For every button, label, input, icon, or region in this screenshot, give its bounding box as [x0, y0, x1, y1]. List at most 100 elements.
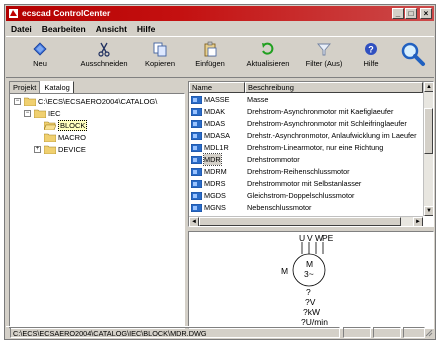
cut-label: Ausschneiden [80, 59, 128, 68]
list-item[interactable]: MDR Drehstrommotor [189, 153, 423, 166]
minimize-button[interactable]: _ [392, 8, 404, 19]
block-icon [191, 192, 202, 200]
block-icon [191, 144, 202, 152]
list-item[interactable]: MDRM Drehstrom-Reihenschlussmotor [189, 166, 423, 177]
scroll-thumb[interactable] [424, 108, 433, 154]
close-button[interactable]: × [420, 8, 432, 19]
filter-button[interactable]: Filter (Aus) [302, 39, 346, 75]
menu-bar: Datei Bearbeiten Ansicht Hilfe [6, 22, 434, 35]
list-item[interactable]: MDAK Drehstrom-Asynchronmotor mit Kaefigl… [189, 106, 423, 117]
paste-icon [204, 41, 217, 57]
new-icon [33, 42, 47, 56]
list-item[interactable]: MASSE Masse [189, 94, 423, 105]
status-cell [403, 327, 425, 338]
block-icon [191, 120, 202, 128]
tree-node-block[interactable]: BLOCK [58, 120, 88, 131]
menu-ansicht[interactable]: Ansicht [91, 24, 132, 34]
list-item-description: Gleichstrom-Doppelschlussmotor [247, 191, 355, 200]
paste-button[interactable]: Einfügen [190, 39, 230, 75]
refresh-icon [262, 42, 274, 55]
block-icon [191, 180, 202, 188]
list-header: Name Beschreibung [189, 82, 423, 93]
motor-symbol: U V W PE M M 3~ ? ?V ?kW ?U/min [281, 233, 334, 327]
tree-node-root[interactable]: C:\ECS\ECSAERO2004\CATALOG\ [38, 96, 157, 107]
status-cell [343, 327, 371, 338]
refresh-label: Aktualisieren [246, 59, 290, 68]
scroll-left-button[interactable]: ◄ [189, 217, 199, 226]
new-label: Neu [33, 59, 47, 68]
terminal-u: U [299, 233, 305, 243]
block-icon [191, 132, 202, 140]
scroll-right-button[interactable]: ► [413, 217, 423, 226]
list-item-description: Masse [247, 95, 269, 104]
list-item-description: Drehstrom-Asynchronmotor mit Schleifring… [247, 119, 407, 128]
list-item[interactable]: MGDS Gleichstrom-Doppelschlussmotor [189, 190, 423, 201]
copy-icon [153, 42, 167, 57]
vertical-scrollbar[interactable]: ▲ ▼ [423, 82, 433, 216]
menu-hilfe[interactable]: Hilfe [132, 24, 160, 34]
list-item-name: MASSE [204, 95, 230, 104]
symbol-preview: U V W PE M M 3~ ? ?V ?kW ?U/min [188, 231, 434, 329]
column-header-name[interactable]: Name [189, 82, 245, 93]
resize-grip-icon[interactable] [424, 328, 433, 337]
cut-button[interactable]: Ausschneiden [76, 39, 132, 75]
block-icon [191, 156, 202, 164]
new-button[interactable]: Neu [26, 39, 54, 75]
collapse-root-toggle[interactable]: − [14, 98, 21, 105]
refresh-button[interactable]: Aktualisieren [242, 39, 294, 75]
filter-icon [317, 43, 331, 56]
list-item-description: Drehstrom-Reihenschlussmotor [247, 167, 350, 176]
maximize-button[interactable]: □ [405, 8, 417, 19]
status-path: C:\ECS\ECSAERO2004\CATALOG\IEC\BLOCK\MDR… [10, 327, 340, 338]
list-item-name: MDRM [204, 167, 227, 176]
list-item-name: MDAS [204, 119, 226, 128]
folder-icon [44, 145, 56, 154]
pane-tabs: Projekt Katalog [9, 81, 74, 94]
window-title: ecscad ControlCenter [22, 8, 111, 18]
list-item[interactable]: MDAS Drehstrom-Asynchronmotor mit Schleif… [189, 118, 423, 129]
list-item[interactable]: MDL1R Drehstrom-Linearmotor, nur eine Ric… [189, 142, 423, 153]
tab-projekt[interactable]: Projekt [9, 81, 41, 93]
column-header-description[interactable]: Beschreibung [245, 82, 423, 93]
list-item-name: MGDS [204, 191, 226, 200]
horizontal-scrollbar[interactable]: ◄ ► [189, 216, 423, 226]
block-icon [191, 96, 202, 104]
copy-button[interactable]: Kopieren [140, 39, 180, 75]
main-window: ecscad ControlCenter _ □ × Datei Bearbei… [4, 4, 436, 340]
block-icon [191, 204, 202, 212]
title-bar: ecscad ControlCenter _ □ × [6, 6, 434, 21]
folder-icon [24, 97, 36, 106]
hscroll-thumb[interactable] [199, 217, 401, 226]
list-item-description: Drehstrom-Asynchronmotor mit Kaefiglaeuf… [247, 107, 394, 116]
list-item-name: MDAK [204, 107, 226, 116]
list-item[interactable]: MGNS Nebenschlussmotor [189, 202, 423, 213]
block-icon [191, 108, 202, 116]
list-item-description: Drehstrommotor mit Selbstanlasser [247, 179, 362, 188]
rating-power: ?kW [303, 307, 320, 317]
list-item-name: MDL1R [204, 143, 229, 152]
list-item-name: MDRS [204, 179, 226, 188]
svg-text:?: ? [368, 45, 374, 55]
open-folder-icon [44, 121, 56, 130]
tree-node-macro[interactable]: MACRO [58, 132, 86, 143]
tree-node-device[interactable]: DEVICE [58, 144, 86, 155]
help-icon: ? [365, 43, 377, 55]
collapse-iec-toggle[interactable]: − [24, 110, 31, 117]
terminal-v: V [307, 233, 313, 243]
list-item[interactable]: MDRS Drehstrommotor mit Selbstanlasser [189, 178, 423, 189]
motor-inner: M [306, 259, 313, 269]
symbol-list: Name Beschreibung MASSE Masse MDAK Drehstro… [188, 81, 434, 227]
list-item-description: Drehstrommotor [247, 155, 300, 164]
search-icon[interactable] [400, 41, 426, 67]
tree-node-block-label: BLOCK [58, 120, 88, 131]
menu-bearbeiten[interactable]: Bearbeiten [37, 24, 91, 34]
scroll-up-button[interactable]: ▲ [424, 82, 433, 92]
filter-label: Filter (Aus) [305, 59, 343, 68]
scroll-down-button[interactable]: ▼ [424, 206, 433, 216]
menu-datei[interactable]: Datei [6, 24, 37, 34]
help-button[interactable]: ? Hilfe [358, 39, 384, 75]
tree-node-iec[interactable]: IEC [48, 108, 61, 119]
expand-device-toggle[interactable]: + [34, 146, 41, 153]
list-item-name: MDR [203, 153, 222, 166]
list-item[interactable]: MDASA Drehstr.-Asynchronmotor, Anlaufwick… [189, 130, 423, 141]
